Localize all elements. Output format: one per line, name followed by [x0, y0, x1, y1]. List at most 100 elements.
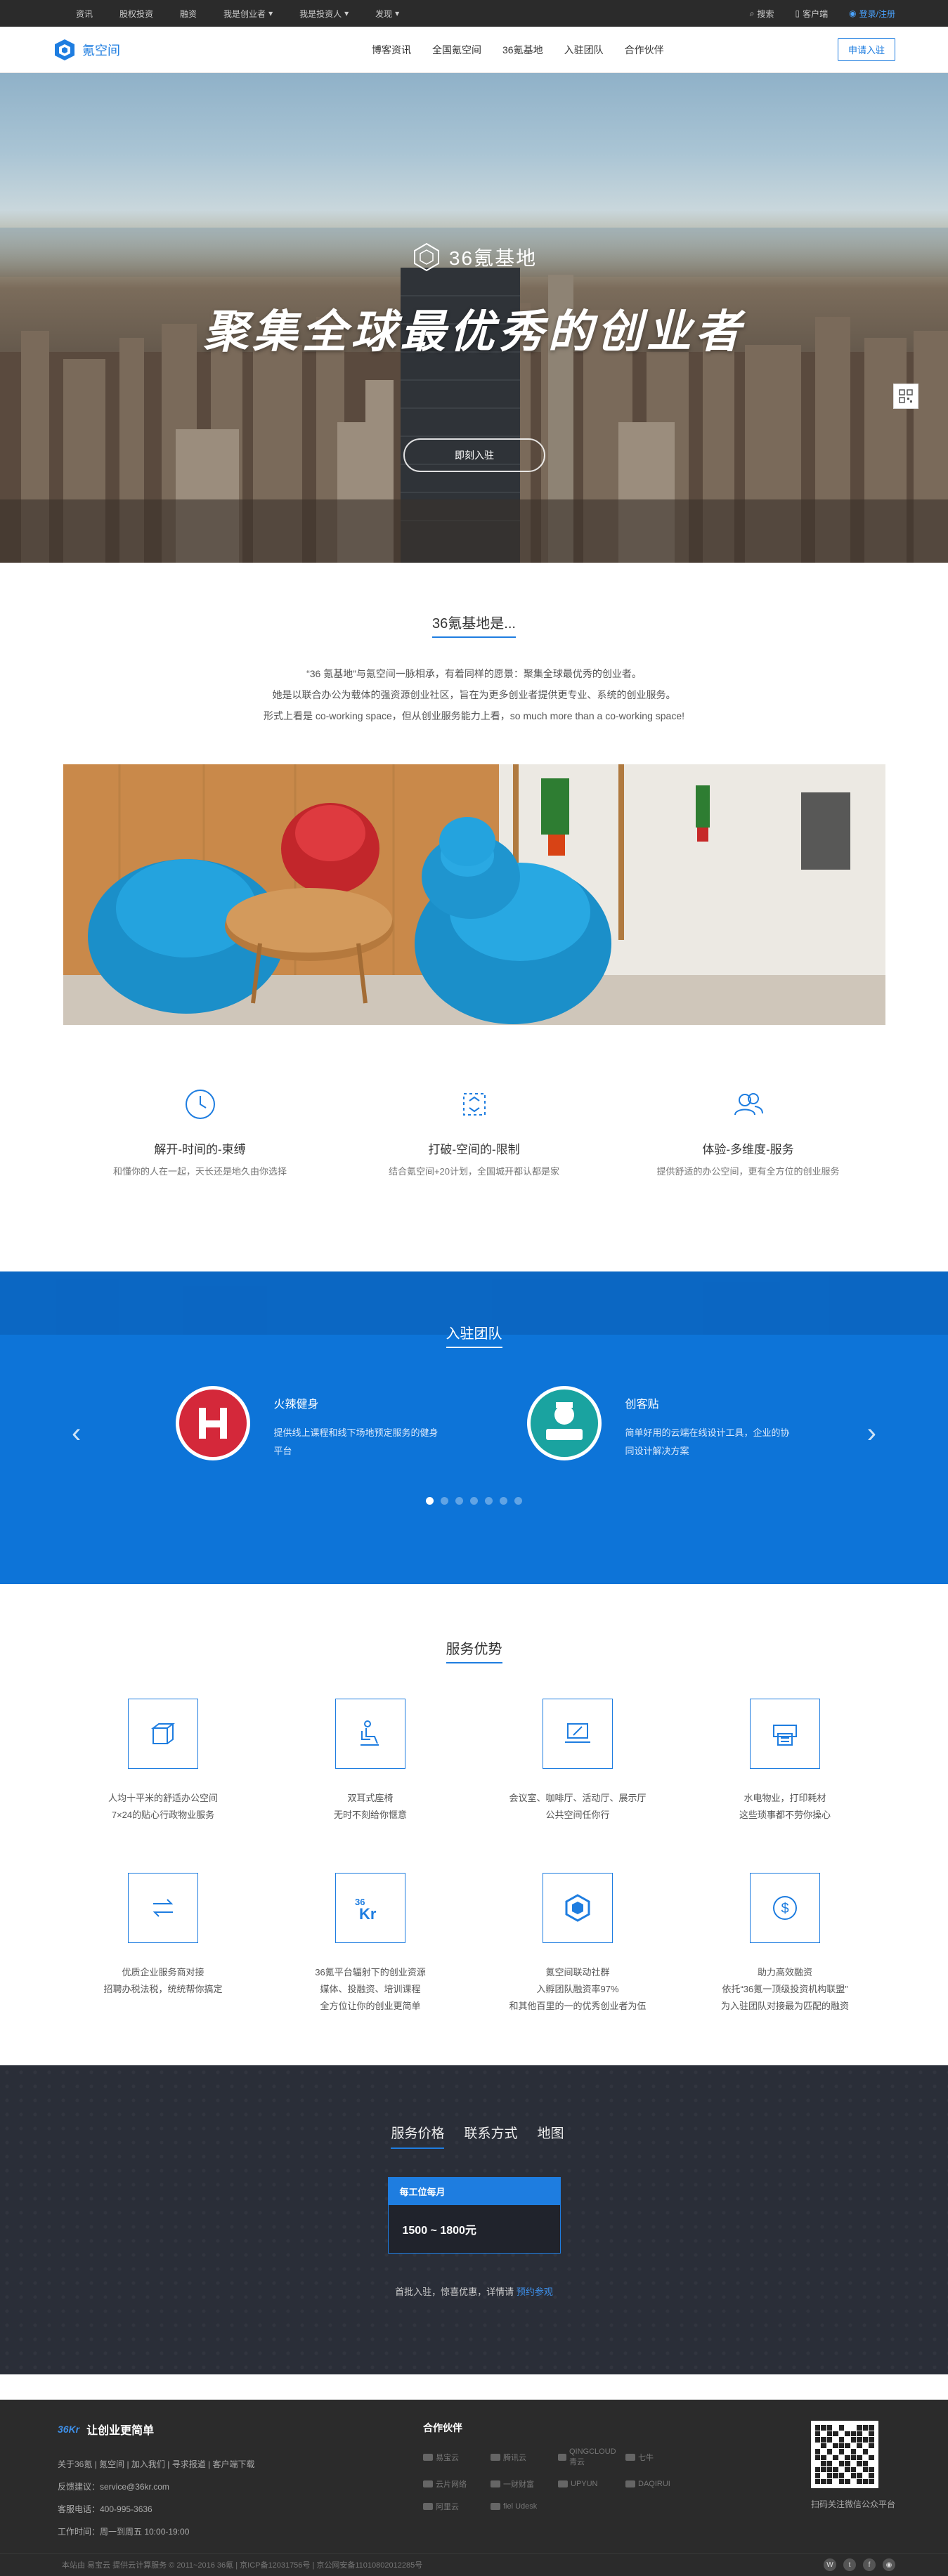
team-desc: 简单好用的云端在线设计工具，企业的协同设计解决方案 — [625, 1427, 790, 1456]
advantage-item: 36 Kr 36氪平台辐射下的创业资源 媒体、投融资、培训课程 全方位让你的创业更… — [267, 1873, 474, 2015]
logo-cube-icon — [55, 39, 74, 60]
feature-item: 解开-时间的-束缚 和懂你的人在一起，天长还是地久由你选择 — [63, 1085, 337, 1177]
partner-logo[interactable]: fiel Udesk — [491, 2501, 555, 2512]
dollar-icon: $ — [750, 1873, 820, 1943]
footer-info: 36Kr 让创业更简单 关于36氪 | 氪空间 | 加入我们 | 寻求报道 | … — [58, 2421, 423, 2553]
topbar-menu-discover-label: 发现 — [375, 8, 393, 19]
nav-item-teams[interactable]: 入驻团队 — [564, 43, 604, 57]
partner-logo[interactable]: 阿里云 — [423, 2501, 488, 2512]
nav-item-base[interactable]: 36氪基地 — [502, 43, 543, 57]
feature-list: 解开-时间的-束缚 和懂你的人在一起，天长还是地久由你选择 打破-空间的-限制 … — [0, 1085, 948, 1177]
partner-name: fiel Udesk — [503, 2502, 538, 2511]
footer-links: 关于36氪 | 氪空间 | 加入我们 | 寻求报道 | 客户端下载 反馈建议：s… — [58, 2453, 423, 2543]
about-section: 36氪基地是... “36 氪基地”与氪空间一脉相承，有着同样的愿景：聚集全球最… — [0, 563, 948, 1271]
price-card-head: 每工位每月 — [388, 2178, 560, 2205]
logo[interactable]: 氪空间 — [53, 38, 306, 62]
partner-logo[interactable]: 七牛 — [625, 2447, 690, 2467]
advantages-section: 服务优势 人均十平米的舒适办公空间 7×24的贴心行政物业服务 双耳式座椅 无时… — [0, 1584, 948, 2065]
book-visit-link[interactable]: 预约参观 — [517, 2287, 553, 2297]
facebook-icon[interactable]: f — [863, 2558, 876, 2571]
footer-phone: 客服电话：400-995-3636 — [58, 2504, 152, 2514]
hero-brand: 36氪基地 — [411, 242, 537, 273]
about-description: “36 氪基地”与氪空间一脉相承，有着同样的愿景：聚集全球最优秀的创业者。 她是… — [0, 663, 948, 726]
topbar-menu-discover[interactable]: 发现 ▾ — [375, 8, 399, 20]
carousel-dot[interactable] — [426, 1497, 434, 1505]
phone-icon: ▯ — [795, 8, 800, 18]
site-footer: 36Kr 让创业更简单 关于36氪 | 氪空间 | 加入我们 | 寻求报道 | … — [0, 2400, 948, 2576]
expand-space-icon — [462, 1093, 486, 1116]
lounge-illustration — [63, 764, 885, 1025]
carousel-next-arrow-icon[interactable]: › — [867, 1418, 876, 1449]
carousel-prev-arrow-icon[interactable]: ‹ — [72, 1418, 81, 1449]
feature-desc: 结合氪空间+20计划，全国城开都认都是家 — [388, 1166, 560, 1177]
search-link[interactable]: ⌕ 搜索 — [750, 8, 774, 20]
topbar-link-finance[interactable]: 融资 — [180, 8, 197, 20]
footer-slogan: 让创业更简单 — [86, 2425, 155, 2437]
footer-brand: 36Kr 让创业更简单 — [58, 2421, 423, 2438]
topbar-link-equity[interactable]: 股权投资 — [119, 8, 153, 20]
carousel-dot[interactable] — [514, 1497, 522, 1505]
twitter-icon[interactable]: t — [843, 2558, 856, 2571]
weibo-icon[interactable]: W — [824, 2558, 836, 2571]
nav-item-blog[interactable]: 博客资讯 — [372, 43, 411, 57]
chuangketie-logo-icon — [530, 1390, 598, 1457]
topbar-menu-investor-label: 我是投资人 — [299, 8, 342, 19]
hotfitness-logo-icon — [178, 1390, 247, 1457]
partner-name: 易宝云 — [436, 2454, 459, 2462]
join-now-button[interactable]: 即刻入驻 — [403, 438, 545, 472]
feature-title: 体验-多维度-服务 — [702, 1143, 794, 1156]
feature-desc: 和懂你的人在一起，天长还是地久由你选择 — [112, 1166, 287, 1177]
partner-logo[interactable]: 易宝云 — [423, 2447, 488, 2467]
hero-content: 36氪基地 聚集全球最优秀的创业者 — [0, 242, 948, 360]
nav-item-spaces[interactable]: 全国氪空间 — [432, 43, 481, 57]
partner-logo[interactable]: QINGCLOUD青云 — [558, 2447, 623, 2467]
rss-icon[interactable]: ◉ — [883, 2558, 895, 2571]
client-download-link[interactable]: ▯ 客户端 — [796, 8, 829, 20]
footer-hours: 工作时间：周一到周五 10:00-19:00 — [58, 2527, 190, 2537]
carousel-dot[interactable] — [485, 1497, 493, 1505]
login-register-link[interactable]: ◉ 登录/注册 — [849, 8, 895, 20]
about-line: 她是以联合办公为载体的强资源创业社区，旨在为更多创业者提供更专业、系统的创业服务… — [272, 689, 676, 700]
login-label: 登录/注册 — [859, 8, 895, 19]
carousel-dot[interactable] — [441, 1497, 448, 1505]
topbar-menu-founder[interactable]: 我是创业者 ▾ — [223, 8, 273, 20]
partner-logo[interactable]: DAQIRUI — [625, 2478, 690, 2490]
svg-text:Kr: Kr — [359, 1905, 377, 1922]
partner-logo[interactable]: 一财财富 — [491, 2478, 555, 2490]
tab-map[interactable]: 地图 — [538, 2123, 564, 2149]
partner-logo[interactable]: UPYUN — [558, 2478, 623, 2490]
partner-logo[interactable]: 云片网络 — [423, 2478, 488, 2490]
advantage-text: 双耳式座椅 无时不刻给你惬意 — [333, 1793, 407, 1820]
partner-name: 七牛 — [638, 2454, 654, 2462]
topbar-menu-investor[interactable]: 我是投资人 ▾ — [299, 8, 349, 20]
pricing-note-text: 首批入驻，惊喜优惠，详情请 — [395, 2287, 514, 2297]
advantage-item: 人均十平米的舒适办公空间 7×24的贴心行政物业服务 — [60, 1699, 267, 1824]
partner-logo[interactable]: 腾讯云 — [491, 2447, 555, 2467]
apply-button[interactable]: 申请入驻 — [837, 38, 895, 61]
top-bar: 资讯 股权投资 融资 我是创业者 ▾ 我是投资人 ▾ 发现 ▾ ⌕ 搜索 ▯ 客户端 ◉ 登… — [0, 0, 948, 27]
carousel-dot[interactable] — [470, 1497, 478, 1505]
partner-name: 阿里云 — [436, 2503, 459, 2511]
floating-qr-button[interactable] — [893, 384, 918, 409]
topbar-link-news[interactable]: 资讯 — [76, 8, 93, 20]
nav-item-partners[interactable]: 合作伙伴 — [625, 43, 664, 57]
footer-nav-links[interactable]: 关于36氪 | 氪空间 | 加入我们 | 寻求报道 | 客户端下载 — [58, 2453, 423, 2476]
search-label: 搜索 — [757, 8, 774, 19]
search-icon: ⌕ — [749, 8, 755, 18]
tab-contact[interactable]: 联系方式 — [464, 2123, 517, 2149]
tab-price[interactable]: 服务价格 — [391, 2123, 445, 2149]
carousel-dot[interactable] — [500, 1497, 507, 1505]
site-header: 氪空间 博客资讯 全国氪空间 36氪基地 入驻团队 合作伙伴 申请入驻 — [0, 27, 948, 73]
team-card[interactable]: 火辣健身 提供线上课程和线下场地预定服务的健身平台 — [175, 1386, 443, 1460]
feature-item: 体验-多维度-服务 提供舒适的办公空间，更有全方位的创业服务 — [611, 1085, 885, 1177]
teams-section: 入驻团队 火辣健身 提供线上课程和线下场地预定服务的健身平台 创客贴 简单好用的… — [0, 1271, 948, 1584]
partner-name: QINGCLOUD青云 — [569, 2447, 616, 2466]
team-card[interactable]: 创客贴 简单好用的云端在线设计工具，企业的协同设计解决方案 — [526, 1386, 794, 1460]
main-nav: 博客资讯 全国氪空间 36氪基地 入驻团队 合作伙伴 — [372, 43, 664, 57]
teams-title-text: 入驻团队 — [446, 1322, 502, 1348]
partner-logos: 易宝云 腾讯云 QINGCLOUD青云 七牛 云片网络 一财财富 UPYUN D… — [423, 2447, 725, 2512]
footer-36kr-logo: 36Kr — [58, 2424, 80, 2435]
carousel-dot[interactable] — [455, 1497, 463, 1505]
advantage-item: 氪空间联动社群 入孵团队融资率97% 和其他百里的一的优秀创业者为伍 — [474, 1873, 682, 2015]
advantages-title: 服务优势 — [0, 1637, 948, 1663]
